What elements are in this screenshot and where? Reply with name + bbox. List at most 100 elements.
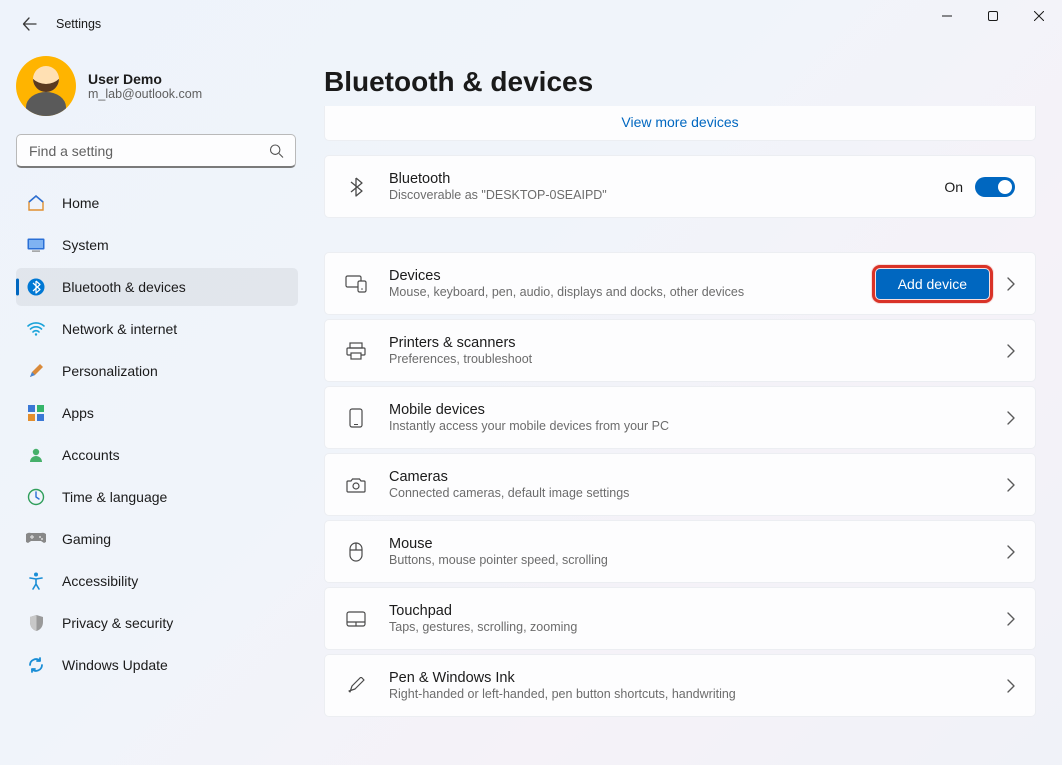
system-icon [26,235,46,255]
nav-item-windows-update[interactable]: Windows Update [16,646,298,684]
row-printers-scanners[interactable]: Printers & scanners Preferences, trouble… [324,319,1036,382]
chevron-right-icon [1007,612,1015,626]
nav-item-network[interactable]: Network & internet [16,310,298,348]
bluetooth-icon [26,277,46,297]
view-more-devices-link[interactable]: View more devices [324,106,1036,141]
maximize-button[interactable] [970,0,1016,32]
row-subtitle: Instantly access your mobile devices fro… [389,419,985,433]
row-subtitle: Discoverable as "DESKTOP-0SEAIPD" [389,188,922,202]
chevron-right-icon [1007,344,1015,358]
phone-icon [345,408,367,428]
search-wrap [16,134,298,168]
chevron-right-icon [1007,478,1015,492]
nav-item-bluetooth-devices[interactable]: Bluetooth & devices [16,268,298,306]
profile-email: m_lab@outlook.com [88,87,202,101]
accessibility-icon [26,571,46,591]
nav-label: System [62,237,109,253]
nav: Home System Bluetooth & devices Network … [16,184,298,684]
row-subtitle: Right-handed or left-handed, pen button … [389,687,985,701]
minimize-icon [942,11,952,21]
gamepad-icon [26,529,46,549]
row-title: Mouse [389,536,985,552]
row-title: Bluetooth [389,171,922,187]
avatar [16,56,76,116]
wifi-icon [26,319,46,339]
add-device-button[interactable]: Add device [876,269,989,299]
app-title: Settings [56,17,101,31]
chevron-right-icon [1007,545,1015,559]
bluetooth-icon [345,177,367,197]
nav-item-accounts[interactable]: Accounts [16,436,298,474]
person-icon [26,445,46,465]
minimize-button[interactable] [924,0,970,32]
nav-label: Privacy & security [62,615,173,631]
bluetooth-toggle-row: Bluetooth Discoverable as "DESKTOP-0SEAI… [324,155,1036,218]
row-subtitle: Taps, gestures, scrolling, zooming [389,620,985,634]
row-subtitle: Preferences, troubleshoot [389,352,985,366]
chevron-right-icon [1007,277,1015,291]
nav-label: Home [62,195,99,211]
nav-item-accessibility[interactable]: Accessibility [16,562,298,600]
page-title: Bluetooth & devices [324,48,1036,106]
touchpad-icon [345,611,367,627]
content-area: Bluetooth & devices View more devices Bl… [310,48,1062,765]
maximize-icon [988,11,998,21]
nav-label: Accessibility [62,573,138,589]
paintbrush-icon [26,361,46,381]
row-title: Cameras [389,469,985,485]
profile-block[interactable]: User Demo m_lab@outlook.com [16,48,298,134]
nav-label: Apps [62,405,94,421]
back-button[interactable] [10,4,50,44]
nav-item-system[interactable]: System [16,226,298,264]
row-title: Devices [389,268,854,284]
chevron-right-icon [1007,679,1015,693]
bluetooth-toggle[interactable] [975,177,1015,197]
nav-label: Time & language [62,489,167,505]
chevron-right-icon [1007,411,1015,425]
row-subtitle: Buttons, mouse pointer speed, scrolling [389,553,985,567]
row-title: Printers & scanners [389,335,985,351]
nav-item-personalization[interactable]: Personalization [16,352,298,390]
row-title: Pen & Windows Ink [389,670,985,686]
update-icon [26,655,46,675]
arrow-left-icon [22,16,38,32]
nav-item-privacy[interactable]: Privacy & security [16,604,298,642]
row-cameras[interactable]: Cameras Connected cameras, default image… [324,453,1036,516]
nav-label: Accounts [62,447,120,463]
mouse-icon [345,542,367,562]
camera-icon [345,477,367,493]
nav-item-time-language[interactable]: Time & language [16,478,298,516]
pen-icon [345,677,367,695]
row-pen-windows-ink[interactable]: Pen & Windows Ink Right-handed or left-h… [324,654,1036,717]
row-mobile-devices[interactable]: Mobile devices Instantly access your mob… [324,386,1036,449]
nav-label: Gaming [62,531,111,547]
window-controls [924,0,1062,32]
toggle-state-label: On [944,179,963,195]
shield-icon [26,613,46,633]
row-touchpad[interactable]: Touchpad Taps, gestures, scrolling, zoom… [324,587,1036,650]
sidebar: User Demo m_lab@outlook.com Home System … [0,48,310,765]
view-more-label: View more devices [621,114,738,130]
profile-name: User Demo [88,71,202,87]
close-button[interactable] [1016,0,1062,32]
row-subtitle: Mouse, keyboard, pen, audio, displays an… [389,285,854,299]
nav-label: Personalization [62,363,158,379]
search-icon [269,144,284,159]
row-subtitle: Connected cameras, default image setting… [389,486,985,500]
nav-item-gaming[interactable]: Gaming [16,520,298,558]
devices-icon [345,275,367,293]
clock-globe-icon [26,487,46,507]
nav-item-apps[interactable]: Apps [16,394,298,432]
home-icon [26,193,46,213]
nav-item-home[interactable]: Home [16,184,298,222]
titlebar: Settings [0,0,1062,48]
search-input[interactable] [16,134,296,168]
apps-icon [26,403,46,423]
nav-label: Bluetooth & devices [62,279,186,295]
nav-label: Windows Update [62,657,168,673]
printer-icon [345,342,367,360]
row-mouse[interactable]: Mouse Buttons, mouse pointer speed, scro… [324,520,1036,583]
nav-label: Network & internet [62,321,177,337]
row-devices[interactable]: Devices Mouse, keyboard, pen, audio, dis… [324,252,1036,315]
close-icon [1034,11,1044,21]
